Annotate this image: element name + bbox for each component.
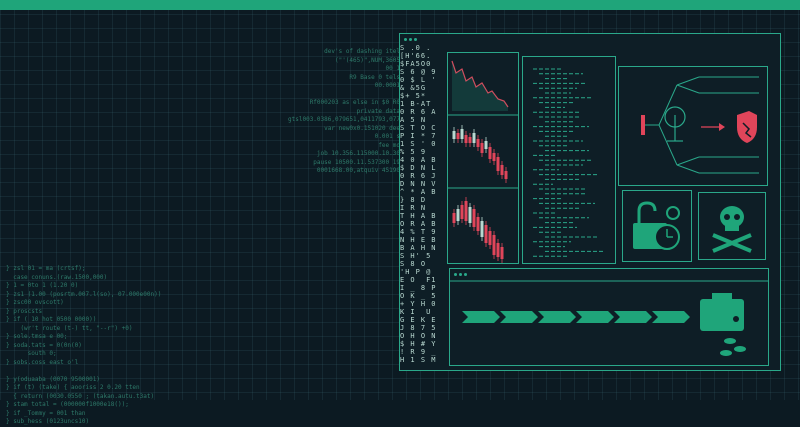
transfer-panel [449,268,769,366]
lock-panel [622,190,692,262]
candle-body [488,147,492,159]
candle-body [480,221,484,237]
candlesticks-2 [452,197,504,263]
candle-body [488,231,492,245]
candle-body [456,133,460,139]
candle-body [492,235,496,255]
progress-chevron [500,311,538,323]
network-panel [618,66,768,186]
unlock-clock-icon [633,201,680,250]
candle-body [464,135,468,143]
candle-body [484,141,488,149]
chevron-top-lines [699,76,759,94]
chart-panel [447,52,519,264]
code-lines [533,68,605,257]
candle-body [468,207,472,223]
candlesticks-1 [452,125,508,183]
candle-body [464,201,468,221]
progress-chevron [614,311,652,323]
arrow-right-icon [701,123,725,131]
char-column: S .0 . [H'66. $FA5O0 S 6 @ 9 0 $ L ' & &… [400,44,437,364]
code-panel [522,56,616,264]
candle-body [484,225,488,243]
candle-body [460,205,464,219]
progress-chevron [538,311,576,323]
panel-dots [454,273,467,276]
candle-body [492,153,496,161]
progress-chevron [462,311,500,323]
candle-body [452,213,456,223]
candle-body [452,131,456,139]
candle-body [460,129,464,139]
progress-chevron [576,311,614,323]
candle-body [472,209,476,227]
candle-body [496,243,500,257]
shield-alert-icon [737,111,757,143]
candle-body [500,165,504,175]
code-snippet-top: dev's of dashing itel ("'(465)",NUM,3605… [288,48,400,174]
candle-body [476,139,480,147]
candle-body [456,209,460,221]
candle-body [468,137,472,143]
chevron-bottom-lines [699,156,759,174]
progress-chevron [652,311,690,323]
code-snippet-left: } zsl 01 = ma (crtsf); case conuns.(raw.… [6,265,162,425]
tree-icon [664,106,686,142]
progress-arrows [450,280,768,356]
branch-lines [645,76,700,174]
market-charts [448,60,518,263]
candle-body [480,143,484,153]
candle-body [472,133,476,143]
tree-diagram [641,76,759,174]
wallet-coins-icon [700,293,746,356]
candle-body [476,217,480,231]
entry-bar-icon [641,115,645,135]
skull-crossbones-icon [712,206,752,253]
decline-area [452,61,508,111]
skull-panel [698,192,766,260]
top-bar [0,0,800,10]
candle-body [504,171,508,179]
window-dots [404,38,417,41]
candle-body [500,247,504,259]
candle-body [496,157,500,171]
